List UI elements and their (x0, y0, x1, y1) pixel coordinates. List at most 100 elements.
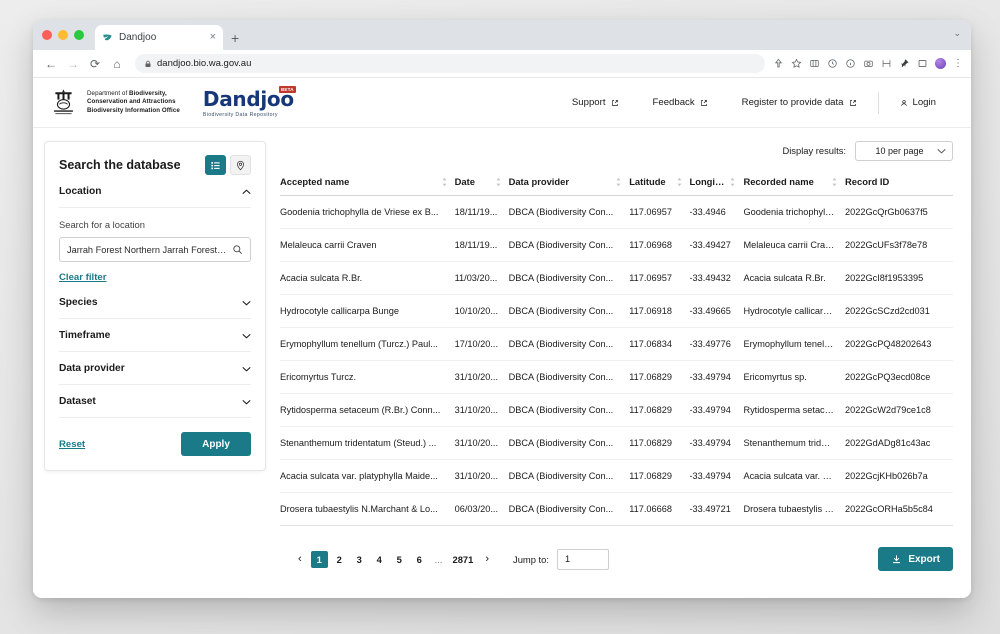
lock-icon (145, 60, 151, 67)
table-row[interactable]: Drosera tubaestylis N.Marchant & Lo... 0… (280, 492, 953, 526)
cell-accepted-name: Drosera tubaestylis N.Marchant & Lo... (280, 492, 455, 526)
minimize-window-button[interactable] (58, 30, 68, 40)
close-window-button[interactable] (42, 30, 52, 40)
cell-latitude: 117.06918 (629, 294, 690, 328)
reload-button[interactable]: ⟳ (85, 57, 105, 71)
clear-filter-link[interactable]: Clear filter (59, 272, 106, 283)
location-search-input[interactable]: Jarrah Forest Northern Jarrah Forest (I.… (59, 237, 251, 262)
profile-avatar[interactable] (935, 58, 946, 69)
nav-register-to-provide-data[interactable]: Register to provide data (725, 97, 874, 108)
page-button-2[interactable]: 2 (331, 551, 348, 568)
sort-toggle[interactable] (672, 177, 690, 187)
map-pin-icon (236, 160, 245, 170)
brand-lockup[interactable]: Department of Biodiversity, Conservation… (50, 86, 296, 118)
chevron-up-icon (242, 188, 251, 194)
page-button-1[interactable]: 1 (310, 550, 328, 568)
cell-date: 31/10/20... (454, 426, 509, 460)
cell-recorded-name: Hydrocotyle callicarpa ... (743, 294, 846, 328)
cell-record-id: 2022GcjKHb026b7a (845, 459, 953, 493)
address-bar[interactable]: dandjoo.bio.wa.gov.au (135, 54, 765, 73)
sort-toggle[interactable] (827, 177, 845, 187)
map-view-button[interactable] (230, 155, 251, 175)
export-button[interactable]: Export (878, 547, 953, 571)
info-circle-icon[interactable] (845, 58, 856, 69)
page-button-6[interactable]: 6 (411, 551, 428, 568)
cell-data-provider: DBCA (Biodiversity Con... (508, 195, 630, 229)
maximize-window-button[interactable] (74, 30, 84, 40)
column-header-record-id[interactable]: Record ID (845, 169, 953, 196)
table-row[interactable]: Melaleuca carrii Craven 18/11/19... DBCA… (280, 228, 953, 262)
page-button-3[interactable]: 3 (351, 551, 368, 568)
cell-record-id: 2022GcQrGb0637f5 (845, 195, 953, 229)
table-row[interactable]: Acacia sulcata R.Br. 11/03/20... DBCA (B… (280, 261, 953, 295)
share-icon[interactable] (773, 58, 784, 69)
sort-toggle[interactable] (491, 177, 509, 187)
sort-toggle[interactable] (611, 177, 629, 187)
external-link-icon (700, 99, 707, 106)
column-header-accepted-name[interactable]: Accepted name (280, 169, 455, 196)
sidebar-section-data-provider[interactable]: Data provider (59, 352, 251, 385)
new-tab-button[interactable]: + (223, 30, 247, 50)
browser-menu-button[interactable]: ⋮ (953, 58, 963, 69)
display-results-row: Display results: 10 per page (280, 137, 953, 164)
window-expand-icon[interactable]: ⌄ (953, 28, 961, 39)
table-row[interactable]: Erymophyllum tenellum (Turcz.) Paul... 1… (280, 327, 953, 361)
browser-tab[interactable]: Dandjoo × (95, 25, 223, 50)
forward-button[interactable]: → (63, 57, 83, 71)
cell-longitude: -33.49794 (689, 360, 744, 394)
camera-icon[interactable] (863, 58, 874, 69)
sort-toggle[interactable] (725, 177, 743, 187)
next-page-button[interactable]: › (479, 553, 495, 565)
sidebar-section-data-provider-label: Data provider (59, 363, 125, 374)
cell-recorded-name: Drosera tubaestylis N.... (743, 492, 846, 526)
close-tab-button[interactable]: × (210, 32, 216, 43)
department-line1: Department of (87, 90, 130, 98)
sidebar-section-timeframe[interactable]: Timeframe (59, 319, 251, 352)
wa-government-crest-icon (54, 89, 73, 114)
home-button[interactable]: ⌂ (107, 57, 127, 71)
column-header-date[interactable]: Date (454, 169, 509, 196)
nav-feedback[interactable]: Feedback (636, 97, 725, 108)
cell-recorded-name: Stenanthemum trident... (743, 426, 846, 460)
sidebar-section-species[interactable]: Species (59, 286, 251, 319)
pin-icon[interactable] (899, 58, 910, 69)
column-header-recorded-name[interactable]: Recorded name (743, 169, 846, 196)
cell-record-id: 2022GcORHa5b5c84 (845, 492, 953, 526)
window-icon[interactable] (917, 58, 928, 69)
pagination: ‹ 1 2 3 4 5 6 ... 2871 › (292, 550, 495, 568)
column-header-latitude[interactable]: Latitude (629, 169, 690, 196)
sidebar-section-dataset[interactable]: Dataset (59, 385, 251, 418)
per-page-select[interactable]: 10 per page (855, 140, 953, 161)
column-header-longitude[interactable]: Longit... (689, 169, 744, 196)
resize-icon[interactable] (881, 58, 892, 69)
login-button[interactable]: Login (883, 97, 953, 108)
dandjoo-logo[interactable]: Dandjoo BETA Biodiversity Data Repositor… (203, 86, 296, 118)
table-row[interactable]: Goodenia trichophylla de Vriese ex B... … (280, 195, 953, 229)
external-link-icon (849, 99, 856, 106)
clock-icon[interactable] (827, 58, 838, 69)
previous-page-button[interactable]: ‹ (292, 553, 308, 565)
apply-button[interactable]: Apply (181, 432, 251, 456)
table-row[interactable]: Rytidosperma setaceum (R.Br.) Conn... 31… (280, 393, 953, 427)
nav-support[interactable]: Support (555, 97, 636, 108)
table-row[interactable]: Hydrocotyle callicarpa Bunge 10/10/20...… (280, 294, 953, 328)
page-button-last[interactable]: 2871 (450, 551, 477, 568)
table-row[interactable]: Stenanthemum tridentatum (Steud.) ... 31… (280, 426, 953, 460)
cell-longitude: -33.49721 (689, 492, 744, 526)
sort-toggle[interactable] (437, 177, 455, 187)
toolbar-icons: ⋮ (773, 58, 963, 69)
page-button-4[interactable]: 4 (371, 551, 388, 568)
filter-actions: Reset Apply (59, 418, 251, 456)
extension-grid-icon[interactable] (809, 58, 820, 69)
table-row[interactable]: Ericomyrtus Turcz. 31/10/20... DBCA (Bio… (280, 360, 953, 394)
window-controls[interactable] (42, 20, 95, 50)
page-button-5[interactable]: 5 (391, 551, 408, 568)
list-view-button[interactable] (205, 155, 226, 175)
reset-button[interactable]: Reset (59, 439, 85, 450)
sidebar-section-location[interactable]: Location (59, 175, 251, 208)
back-button[interactable]: ← (41, 57, 61, 71)
jump-to-input[interactable]: 1 (556, 548, 609, 570)
column-header-data-provider[interactable]: Data provider (508, 169, 630, 196)
table-row[interactable]: Acacia sulcata var. platyphylla Maide...… (280, 459, 953, 493)
bookmark-star-icon[interactable] (791, 58, 802, 69)
